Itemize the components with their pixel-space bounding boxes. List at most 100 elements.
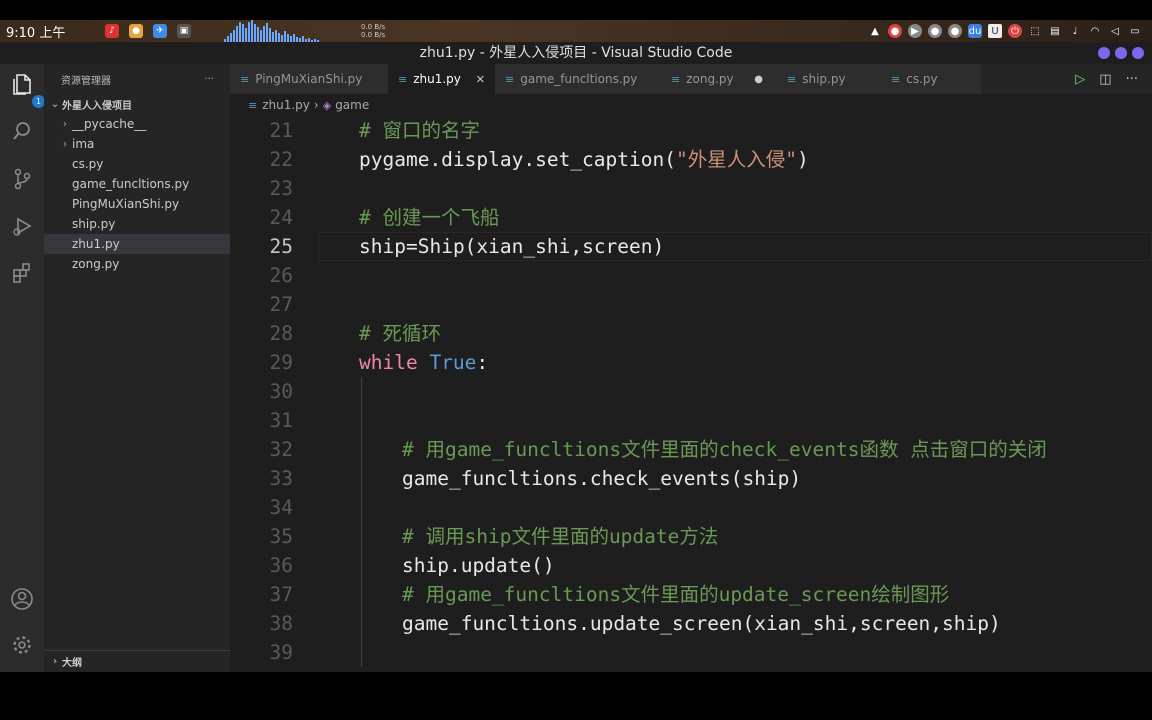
tab-zhu1-py[interactable]: ≡ zhu1.py ✕ bbox=[388, 64, 495, 94]
code-line[interactable]: 26 bbox=[230, 261, 1152, 290]
code-line[interactable]: 30 bbox=[230, 377, 1152, 406]
line-number: 24 bbox=[269, 206, 293, 229]
microphone-icon[interactable]: ♩ bbox=[1068, 24, 1082, 38]
tab-game_funcltions-py[interactable]: ≡ game_funcltions.py bbox=[495, 64, 661, 94]
code-line[interactable]: 24 # 创建一个飞船 bbox=[230, 203, 1152, 232]
code-line[interactable]: 32 # 用game_funcltions文件里面的check_events函数 … bbox=[230, 435, 1152, 464]
tree-folder[interactable]: › __pycache__ bbox=[44, 114, 230, 134]
code-line[interactable]: 33 game_funcltions.check_events(ship) bbox=[230, 464, 1152, 493]
extensions-icon[interactable] bbox=[9, 262, 35, 288]
code-text: ship=Ship(xian_shi,screen) bbox=[359, 232, 664, 261]
window-title-bar: zhu1.py - 外星人入侵项目 - Visual Studio Code bbox=[0, 42, 1152, 64]
tab-pingmuxianshi-py[interactable]: ≡ PingMuXianShi.py bbox=[230, 64, 388, 94]
tree-file[interactable]: zong.py bbox=[44, 254, 230, 274]
python-file-icon: ≡ bbox=[398, 72, 408, 86]
tray-app-icon[interactable]: ⬚ bbox=[1028, 24, 1042, 38]
line-number: 21 bbox=[269, 119, 293, 142]
tray-app-icon[interactable]: ⏻ bbox=[1008, 24, 1022, 38]
code-line[interactable]: 31 bbox=[230, 406, 1152, 435]
tree-folder[interactable]: › ima bbox=[44, 134, 230, 154]
maximize-button[interactable] bbox=[1115, 47, 1127, 59]
source-control-icon[interactable] bbox=[9, 167, 35, 193]
unsaved-dot-icon[interactable]: ● bbox=[754, 74, 763, 85]
code-line[interactable]: 21 # 窗口的名字 bbox=[230, 116, 1152, 145]
tree-file[interactable]: PingMuXianShi.py bbox=[44, 194, 230, 214]
breadcrumb-file[interactable]: zhu1.py bbox=[262, 98, 310, 112]
code-line[interactable]: 23 bbox=[230, 174, 1152, 203]
explorer-icon[interactable]: 1 bbox=[9, 72, 45, 108]
account-icon[interactable] bbox=[9, 587, 35, 613]
line-number: 27 bbox=[269, 293, 293, 316]
tab-zong-py[interactable]: ≡ zong.py ● bbox=[661, 64, 777, 94]
app-icon-chrome[interactable]: ● bbox=[129, 24, 143, 38]
app-icon-terminal[interactable]: ▣ bbox=[177, 24, 191, 38]
wifi-icon[interactable]: ◠ bbox=[1088, 24, 1102, 38]
tree-item-label: ima bbox=[72, 137, 95, 151]
workspace-folder-label: 外星人入侵项目 bbox=[62, 100, 132, 112]
outline-section[interactable]: › 大纲 bbox=[44, 650, 230, 672]
minimize-button[interactable] bbox=[1098, 47, 1110, 59]
tree-file[interactable]: ship.py bbox=[44, 214, 230, 234]
settings-gear-icon[interactable] bbox=[9, 634, 35, 660]
symbol-variable-icon: ◈ bbox=[322, 98, 332, 112]
chevron-right-icon: › bbox=[52, 656, 58, 667]
code-token: = bbox=[405, 235, 418, 258]
line-number: 31 bbox=[269, 409, 293, 432]
code-text: while True: bbox=[359, 348, 488, 377]
code-line[interactable]: 28 # 死循环 bbox=[230, 319, 1152, 348]
code-text: # 调用ship文件里面的update方法 bbox=[402, 522, 718, 551]
search-icon[interactable] bbox=[9, 120, 35, 146]
tab-label: PingMuXianShi.py bbox=[255, 72, 363, 86]
run-icon[interactable]: ▷ bbox=[1075, 72, 1085, 87]
breadcrumb-symbol[interactable]: game bbox=[335, 98, 369, 112]
close-window-button[interactable] bbox=[1132, 47, 1144, 59]
breadcrumb-separator: › bbox=[313, 98, 319, 112]
app-icon-bird[interactable]: ✈ bbox=[153, 24, 167, 38]
system-clock[interactable]: 9:10 上午 bbox=[0, 22, 100, 41]
explorer-title: 资源管理器 bbox=[61, 75, 111, 87]
code-line[interactable]: 25 ship=Ship(xian_shi,screen) bbox=[230, 232, 1152, 261]
code-line[interactable]: 39 bbox=[230, 638, 1152, 667]
tray-app-icon[interactable]: ● bbox=[948, 24, 962, 38]
code-token: # 用game_funcltions文件里面的update_screen绘制图形 bbox=[402, 583, 950, 606]
editor-tabs: ≡ PingMuXianShi.py ≡ zhu1.py ✕ ≡ game_funcltio… bbox=[230, 64, 1152, 94]
line-number: 32 bbox=[269, 438, 293, 461]
split-editor-icon[interactable]: ◫ bbox=[1099, 72, 1111, 87]
tree-file[interactable]: game_funcltions.py bbox=[44, 174, 230, 194]
tree-item-label: game_funcltions.py bbox=[72, 177, 190, 191]
tab-cs-py[interactable]: ≡ cs.py bbox=[881, 64, 981, 94]
workspace-folder[interactable]: ⌄ 外星人入侵项目 bbox=[44, 94, 230, 114]
tray-app-icon[interactable]: U bbox=[988, 24, 1002, 38]
tab-ship-py[interactable]: ≡ ship.py bbox=[777, 64, 881, 94]
notification-icon[interactable]: ▲ bbox=[868, 24, 882, 38]
code-editor[interactable]: 21 # 窗口的名字 22 pygame.display.set_caption("外… bbox=[230, 116, 1152, 672]
code-line[interactable]: 29 while True: bbox=[230, 348, 1152, 377]
more-actions-icon[interactable]: ··· bbox=[204, 74, 214, 85]
code-text: ship.update() bbox=[402, 551, 555, 580]
tree-file[interactable]: cs.py bbox=[44, 154, 230, 174]
volume-icon[interactable]: ◁ bbox=[1108, 24, 1122, 38]
app-icon-netease[interactable]: ♪ bbox=[105, 24, 119, 38]
close-tab-icon[interactable]: ✕ bbox=[476, 73, 485, 86]
tab-list: ≡ PingMuXianShi.py ≡ zhu1.py ✕ ≡ game_funcltio… bbox=[230, 64, 981, 94]
code-line[interactable]: 22 pygame.display.set_caption("外星人入侵") bbox=[230, 145, 1152, 174]
tray-app-icon[interactable]: ▤ bbox=[1048, 24, 1062, 38]
code-line[interactable]: 27 bbox=[230, 290, 1152, 319]
tree-file[interactable]: zhu1.py bbox=[44, 234, 230, 254]
more-actions-icon[interactable]: ··· bbox=[1126, 72, 1138, 87]
tray-app-icon[interactable]: ● bbox=[928, 24, 942, 38]
code-text: # 创建一个飞船 bbox=[359, 203, 499, 232]
code-line[interactable]: 38 game_funcltions.update_screen(xian_shi… bbox=[230, 609, 1152, 638]
code-line[interactable]: 36 ship.update() bbox=[230, 551, 1152, 580]
tab-label: zhu1.py bbox=[413, 72, 461, 86]
code-line[interactable]: 35 # 调用ship文件里面的update方法 bbox=[230, 522, 1152, 551]
tab-label: cs.py bbox=[906, 72, 938, 86]
battery-icon[interactable]: ▭ bbox=[1128, 24, 1142, 38]
baidu-ime-tray-icon[interactable]: du bbox=[968, 24, 982, 38]
code-line[interactable]: 34 bbox=[230, 493, 1152, 522]
tray-app-icon[interactable]: ● bbox=[888, 24, 902, 38]
file-tree: › __pycache__ › ima cs.py game_funcltions.py P… bbox=[44, 114, 230, 274]
run-debug-icon[interactable] bbox=[9, 215, 35, 241]
code-line[interactable]: 37 # 用game_funcltions文件里面的update_screen绘制… bbox=[230, 580, 1152, 609]
tray-app-icon[interactable]: ▶ bbox=[908, 24, 922, 38]
